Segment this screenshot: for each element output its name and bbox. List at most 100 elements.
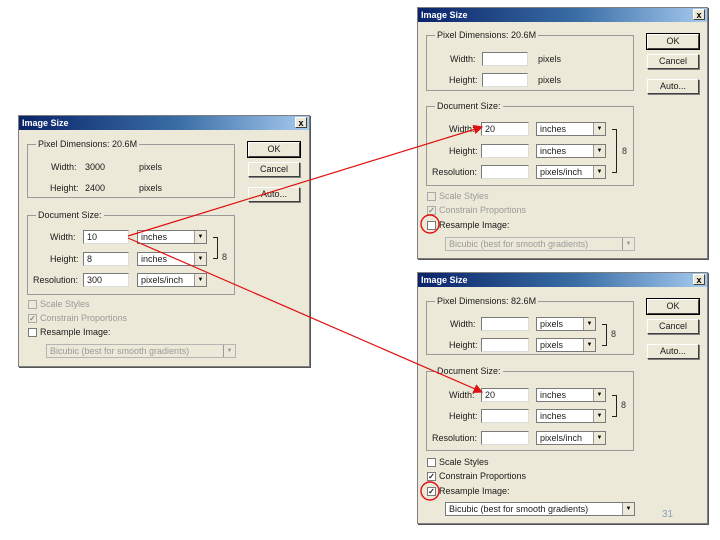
chevron-down-icon: ▼ xyxy=(194,274,206,286)
doc-width-input[interactable]: 20 xyxy=(481,122,529,136)
resolution-unit-select[interactable]: pixels/inch ▼ xyxy=(137,273,207,287)
resample-method-select[interactable]: Bicubic (best for smooth gradients) ▼ xyxy=(445,502,635,516)
resolution-unit-select[interactable]: pixels/inch ▼ xyxy=(536,165,606,179)
resample-method-value: Bicubic (best for smooth gradients) xyxy=(449,239,589,249)
doc-width-unit-select[interactable]: inches ▼ xyxy=(137,230,207,244)
resample-image-checkbox[interactable]: ✓ xyxy=(427,487,436,496)
doc-height-unit-select[interactable]: inches ▼ xyxy=(536,409,606,423)
chevron-down-icon: ▼ xyxy=(593,145,605,157)
pixel-dimensions-size: 20.6M xyxy=(511,30,537,40)
pixel-width-value: 3000 xyxy=(85,162,106,172)
doc-height-unit-value: inches xyxy=(141,254,168,264)
scale-styles-checkbox[interactable] xyxy=(427,458,436,467)
doc-height-input[interactable] xyxy=(481,144,529,158)
resolution-input[interactable] xyxy=(481,431,529,445)
ok-button[interactable]: OK xyxy=(247,141,301,158)
doc-width-label: Width: xyxy=(449,124,475,134)
dialog-title: Image Size xyxy=(418,273,707,287)
close-icon[interactable]: x xyxy=(693,274,705,285)
pixel-width-input[interactable] xyxy=(482,52,528,66)
doc-height-unit-select[interactable]: inches ▼ xyxy=(137,252,207,266)
pixel-height-unit: pixels xyxy=(538,75,562,85)
constrain-proportions-checkbox[interactable]: ✓ xyxy=(427,472,436,481)
image-size-dialog-resample: Image Size x Pixel Dimensions: 82.6M Wid… xyxy=(417,272,708,524)
doc-height-unit-value: inches xyxy=(540,146,567,156)
pixel-constrain-bracket xyxy=(602,324,607,346)
resolution-label: Resolution: xyxy=(33,275,79,285)
doc-width-label: Width: xyxy=(50,232,76,242)
constrain-proportions-checkbox[interactable]: ✓ xyxy=(427,206,436,215)
constrain-bracket xyxy=(612,395,617,417)
auto-button[interactable]: Auto... xyxy=(647,344,699,359)
resample-image-checkbox[interactable] xyxy=(28,328,37,337)
chevron-down-icon: ▼ xyxy=(622,238,634,250)
scale-styles-checkbox[interactable] xyxy=(28,300,37,309)
chain-link-icon: 8 xyxy=(222,252,228,262)
doc-height-label: Height: xyxy=(50,254,79,264)
pixel-width-label: Width: xyxy=(51,162,77,172)
doc-height-unit-select[interactable]: inches ▼ xyxy=(536,144,606,158)
doc-height-input[interactable] xyxy=(481,409,529,423)
scale-styles-label: Scale Styles xyxy=(439,457,489,467)
dialog-title: Image Size xyxy=(19,116,309,130)
resample-method-value: Bicubic (best for smooth gradients) xyxy=(449,504,589,514)
ok-button[interactable]: OK xyxy=(646,33,700,50)
pixel-dimensions-label: Pixel Dimensions: xyxy=(38,139,110,149)
cancel-button[interactable]: Cancel xyxy=(248,162,300,177)
pixel-dimensions-size: 20.6M xyxy=(112,139,138,149)
chevron-down-icon: ▼ xyxy=(593,432,605,444)
resolution-input[interactable] xyxy=(481,165,529,179)
pixel-height-input[interactable] xyxy=(482,73,528,87)
pixel-height-label: Height: xyxy=(50,183,79,193)
auto-button[interactable]: Auto... xyxy=(248,187,300,202)
resolution-unit-value: pixels/inch xyxy=(540,433,583,443)
auto-button[interactable]: Auto... xyxy=(647,79,699,94)
pixel-height-label: Height: xyxy=(449,75,478,85)
resample-method-select[interactable]: Bicubic (best for smooth gradients) ▼ xyxy=(46,344,236,358)
constrain-proportions-label: Constrain Proportions xyxy=(439,205,527,215)
chevron-down-icon: ▼ xyxy=(593,389,605,401)
doc-width-input[interactable]: 20 xyxy=(481,388,529,402)
cancel-button[interactable]: Cancel xyxy=(647,319,699,334)
chevron-down-icon: ▼ xyxy=(593,166,605,178)
image-size-dialog-no-resample: Image Size x Pixel Dimensions: 20.6M Wid… xyxy=(417,7,708,259)
chevron-down-icon: ▼ xyxy=(593,410,605,422)
document-size-label: Document Size: xyxy=(435,101,503,112)
doc-width-unit-select[interactable]: inches ▼ xyxy=(536,388,606,402)
pixel-height-unit: pixels xyxy=(139,183,163,193)
pixel-height-input[interactable] xyxy=(481,338,529,352)
pixel-dimensions-label: Pixel Dimensions: xyxy=(437,30,509,40)
resample-image-label: Resample Image: xyxy=(439,486,510,496)
pixel-width-unit-select[interactable]: pixels ▼ xyxy=(536,317,596,331)
resolution-unit-value: pixels/inch xyxy=(141,275,184,285)
resolution-unit-select[interactable]: pixels/inch ▼ xyxy=(536,431,606,445)
cancel-button[interactable]: Cancel xyxy=(647,54,699,69)
close-icon[interactable]: x xyxy=(693,9,705,20)
doc-height-label: Height: xyxy=(449,411,478,421)
doc-width-unit-select[interactable]: inches ▼ xyxy=(536,122,606,136)
image-size-dialog-original: Image Size x Pixel Dimensions: 20.6M Wid… xyxy=(18,115,310,367)
doc-height-label: Height: xyxy=(449,146,478,156)
constrain-proportions-label: Constrain Proportions xyxy=(439,471,527,481)
doc-width-input[interactable]: 10 xyxy=(83,230,129,244)
doc-height-input[interactable]: 8 xyxy=(83,252,129,266)
doc-width-unit-value: inches xyxy=(141,232,168,242)
doc-width-unit-value: inches xyxy=(540,390,567,400)
chevron-down-icon: ▼ xyxy=(583,339,595,351)
resample-method-select[interactable]: Bicubic (best for smooth gradients) ▼ xyxy=(445,237,635,251)
resolution-label: Resolution: xyxy=(432,167,478,177)
scale-styles-label: Scale Styles xyxy=(40,299,90,309)
pixel-dimensions-label: Pixel Dimensions: xyxy=(437,296,509,306)
ok-button[interactable]: OK xyxy=(646,298,700,315)
pixel-height-unit-select[interactable]: pixels ▼ xyxy=(536,338,596,352)
document-size-label: Document Size: xyxy=(36,210,104,221)
resample-image-checkbox[interactable] xyxy=(427,221,436,230)
close-icon[interactable]: x xyxy=(295,117,307,128)
scale-styles-checkbox[interactable] xyxy=(427,192,436,201)
pixel-width-input[interactable] xyxy=(481,317,529,331)
pixel-width-unit: pixels xyxy=(139,162,163,172)
constrain-proportions-checkbox[interactable]: ✓ xyxy=(28,314,37,323)
resample-image-label: Resample Image: xyxy=(439,220,510,230)
resolution-input[interactable]: 300 xyxy=(83,273,129,287)
pixel-width-unit: pixels xyxy=(538,54,562,64)
